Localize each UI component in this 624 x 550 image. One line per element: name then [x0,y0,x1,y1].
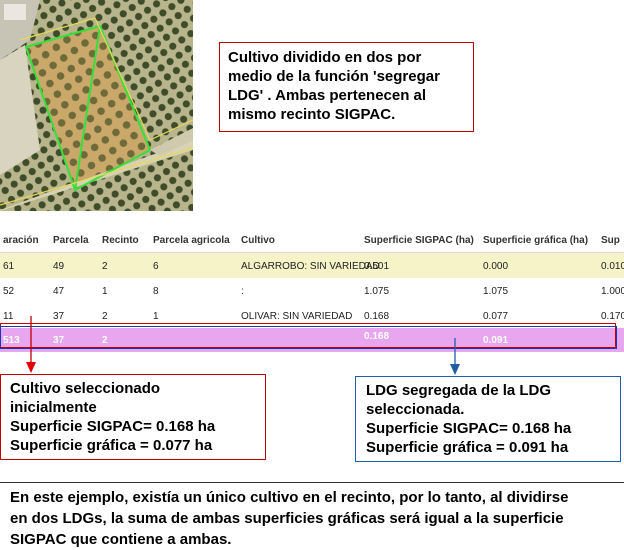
explanation-note: En este ejemplo, existía un único cultiv… [0,482,624,548]
callout-text: Superficie SIGPAC= 0.168 ha [10,418,216,435]
callout-text: Superficie gráfica = 0.091 ha [366,439,569,456]
blue-arrow-head [450,364,460,375]
callout-segregated-ldg: LDG segregada de la LDG seleccionada. Su… [355,376,621,462]
callout-text: Superficie SIGPAC= 0.168 ha [366,420,572,437]
callout-text: inicialmente [10,399,97,416]
callout-text: LDG segregada de la LDG [366,382,552,399]
callout-text: Cultivo seleccionado [10,380,161,397]
note-text: SIGPAC que contiene a ambas. [10,531,232,548]
callout-initial-crop: Cultivo seleccionado inicialmente Superf… [0,374,266,460]
red-arrow-head [26,362,36,373]
note-text: en dos LDGs, la suma de ambas superficie… [10,510,564,527]
note-text: En este ejemplo, existía un único cultiv… [10,489,569,506]
callout-text: Superficie gráfica = 0.077 ha [10,437,213,454]
callout-text: seleccionada. [366,401,465,418]
annotation-arrows [26,316,460,375]
